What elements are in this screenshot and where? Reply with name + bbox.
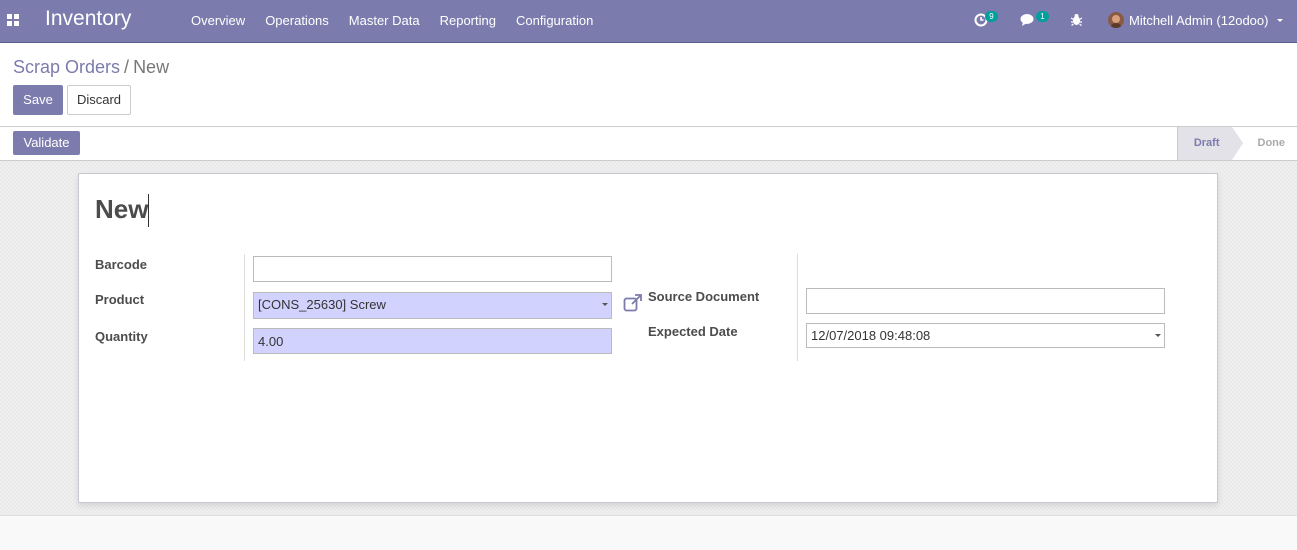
menu-master-data[interactable]: Master Data: [339, 0, 430, 42]
validate-button[interactable]: Validate: [13, 131, 80, 155]
source-document-label: Source Document: [648, 289, 760, 304]
top-navbar: Inventory Overview Operations Master Dat…: [0, 0, 1297, 43]
save-button[interactable]: Save: [13, 85, 63, 115]
menu-overview[interactable]: Overview: [181, 0, 255, 42]
expected-date-input[interactable]: 12/07/2018 09:48:08: [806, 323, 1165, 348]
product-value: [CONS_25630] Screw: [258, 297, 386, 312]
breadcrumb-separator: /: [124, 57, 130, 77]
product-label: Product: [95, 292, 145, 307]
activities-badge: 9: [985, 11, 998, 22]
product-select[interactable]: [CONS_25630] Screw: [253, 292, 612, 319]
breadcrumb: Scrap Orders / New: [13, 57, 169, 78]
date-dropdown-icon[interactable]: [1155, 334, 1161, 337]
state-draft: Draft: [1176, 127, 1243, 160]
status-pipeline: Draft Done: [1176, 127, 1297, 160]
quantity-input[interactable]: [253, 328, 612, 354]
user-caret-icon: [1277, 19, 1283, 22]
menu-reporting[interactable]: Reporting: [430, 0, 506, 42]
expected-date-value: 12/07/2018 09:48:08: [811, 328, 931, 343]
avatar: [1108, 12, 1124, 28]
product-dropdown-icon[interactable]: [602, 303, 608, 306]
chat-icon: [1020, 14, 1034, 26]
menu-operations[interactable]: Operations: [255, 0, 339, 42]
footer-area: [0, 516, 1297, 550]
record-title[interactable]: New: [95, 194, 148, 225]
discard-button[interactable]: Discard: [67, 85, 131, 115]
activities-menu[interactable]: 9: [968, 0, 1008, 42]
messages-badge: 1: [1036, 11, 1049, 22]
status-bar: Validate Draft Done: [0, 127, 1297, 161]
main-menu: Overview Operations Master Data Reportin…: [181, 0, 603, 42]
quantity-label: Quantity: [95, 329, 148, 344]
bug-icon: [1070, 14, 1083, 26]
source-document-input[interactable]: [806, 288, 1165, 314]
barcode-input[interactable]: [253, 256, 612, 282]
text-cursor: [148, 194, 149, 227]
right-group-divider: [797, 254, 798, 361]
breadcrumb-current: New: [133, 57, 170, 77]
app-menu-icon[interactable]: [7, 14, 19, 26]
external-link-icon[interactable]: [623, 294, 643, 312]
app-brand[interactable]: Inventory: [45, 7, 131, 31]
control-panel: Scrap Orders / New Save Discard: [0, 43, 1297, 127]
breadcrumb-scrap-orders[interactable]: Scrap Orders: [13, 57, 120, 77]
menu-configuration[interactable]: Configuration: [506, 0, 603, 42]
left-group-divider: [244, 254, 245, 361]
messages-menu[interactable]: 1: [1014, 0, 1054, 42]
debug-menu[interactable]: [1064, 0, 1090, 42]
expected-date-label: Expected Date: [648, 324, 738, 339]
user-name[interactable]: Mitchell Admin (12odoo): [1129, 13, 1268, 28]
barcode-label: Barcode: [95, 257, 148, 272]
